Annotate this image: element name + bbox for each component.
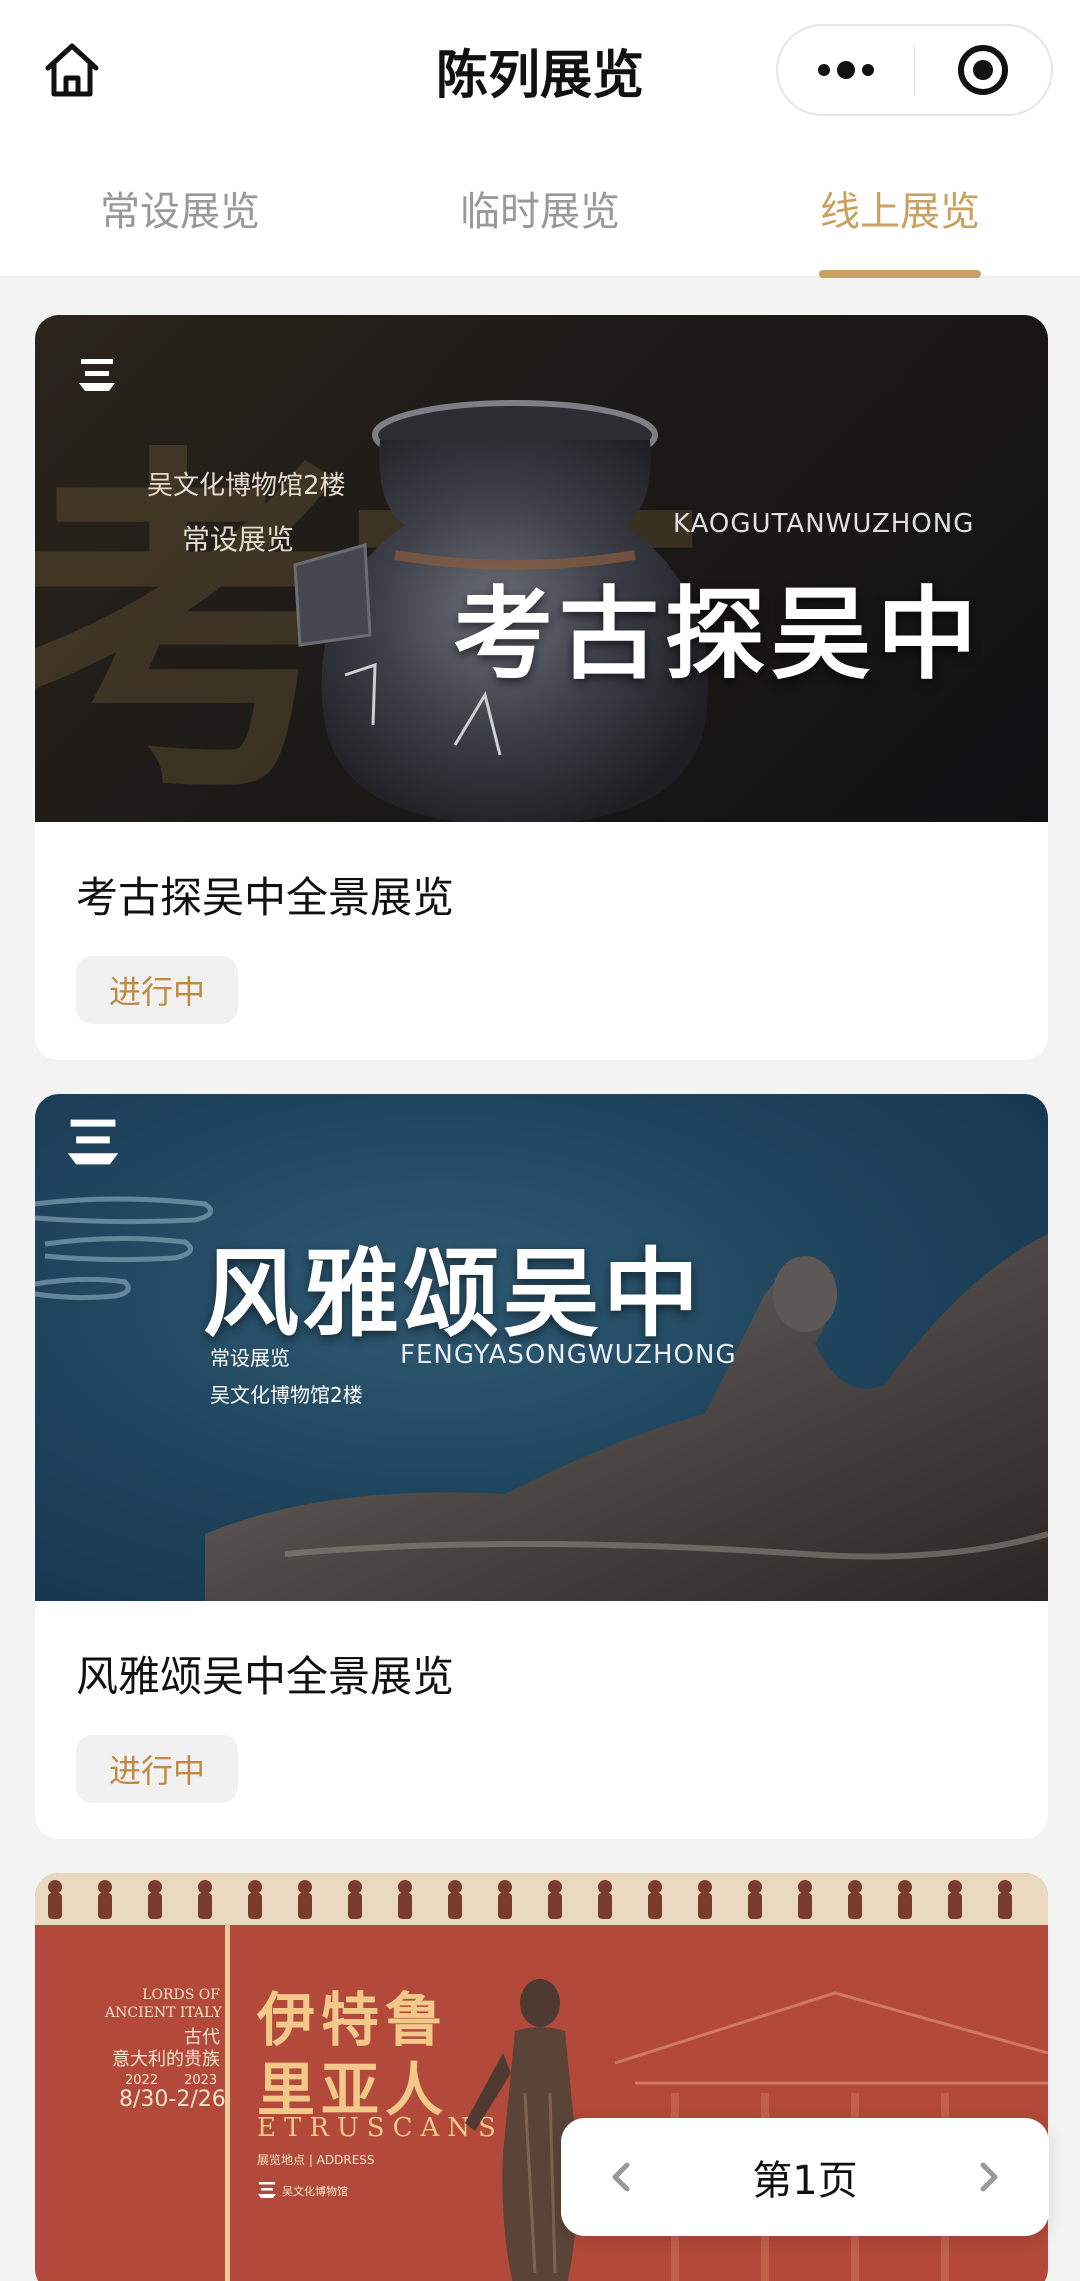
status-badge: 进行中 [76, 1735, 238, 1803]
tab-online[interactable]: 线上展览 [720, 140, 1080, 278]
banner-pinyin-text: KAOGUTANWUZHONG [673, 509, 975, 539]
next-page-icon[interactable] [969, 2157, 1009, 2197]
card-info: 考古探吴中全景展览 进行中 [35, 822, 1048, 1060]
exhibition-banner-image: 风雅颂吴中 常设展览 吴文化博物馆2楼 FENGYASONGWUZHONG [35, 1094, 1048, 1601]
tab-label: 临时展览 [460, 189, 620, 235]
miniapp-close-icon [958, 45, 1009, 95]
banner-headline: 考古探吴中 [453, 575, 983, 693]
exhibition-card[interactable]: 风雅颂吴中 常设展览 吴文化博物馆2楼 FENGYASONGWUZHONG 风雅… [35, 1094, 1048, 1839]
page-number: 第1页 [752, 2158, 858, 2204]
active-tab-indicator [819, 270, 981, 278]
tab-label: 常设展览 [100, 189, 260, 235]
exhibition-card[interactable]: 考古 吴文化博物馆2楼 常设展览 KAOGUTANWUZHONG 考古探 [35, 315, 1048, 1060]
banner-en-title-line1: LORDS OF [142, 1987, 220, 2003]
museum-logo-icon [258, 2182, 276, 2198]
vertical-divider-line [225, 1923, 230, 2281]
card-title: 风雅颂吴中全景展览 [76, 1652, 455, 1701]
tab-temporary[interactable]: 临时展览 [360, 140, 720, 276]
miniapp-capsule [776, 24, 1053, 116]
close-miniapp-button[interactable] [915, 26, 1051, 114]
exhibition-banner-image: 考古 吴文化博物馆2楼 常设展览 KAOGUTANWUZHONG 考古探 [35, 315, 1048, 822]
banner-floor-text: 吴文化博物馆2楼 [210, 1383, 363, 1407]
banner-dates: 8/30-2/26 [119, 2087, 226, 2112]
banner-category-text: 常设展览 [182, 523, 295, 556]
museum-logo-icon [79, 359, 115, 391]
banner-years: 2022 2023 [125, 2073, 218, 2088]
home-button[interactable] [34, 32, 110, 108]
exhibition-tabs: 常设展览 临时展览 线上展览 [0, 140, 1080, 278]
home-icon [45, 43, 99, 97]
more-button[interactable] [778, 26, 914, 114]
banner-headline: 风雅颂吴中 [203, 1237, 703, 1350]
banner-cn-subtitle-line2: 意大利的贵族 [112, 2049, 220, 2070]
card-info: 风雅颂吴中全景展览 进行中 [35, 1601, 1048, 1839]
banner-venue: 展览地点 | ADDRESS [257, 2153, 375, 2167]
museum-logo-icon [67, 1119, 119, 1165]
pagination-bar: 第1页 [561, 2118, 1049, 2236]
card-title: 考古探吴中全景展览 [76, 873, 455, 922]
banner-en-title-line2: ANCIENT ITALY [105, 2005, 222, 2021]
banner-museum-name: 吴文化博物馆 [282, 2185, 348, 2198]
status-badge: 进行中 [76, 956, 238, 1024]
banner-category-text: 常设展览 [210, 1346, 290, 1370]
tab-label: 线上展览 [820, 189, 980, 235]
prev-page-icon[interactable] [601, 2157, 641, 2197]
tab-permanent[interactable]: 常设展览 [0, 140, 360, 276]
banner-floor-text: 吴文化博物馆2楼 [147, 471, 346, 501]
figure-frieze-decoration [35, 1873, 1048, 1925]
nav-bar: 陈列展览 [0, 0, 1080, 140]
banner-pinyin-text: FENGYASONGWUZHONG [400, 1340, 737, 1370]
more-dots-icon [817, 61, 874, 79]
